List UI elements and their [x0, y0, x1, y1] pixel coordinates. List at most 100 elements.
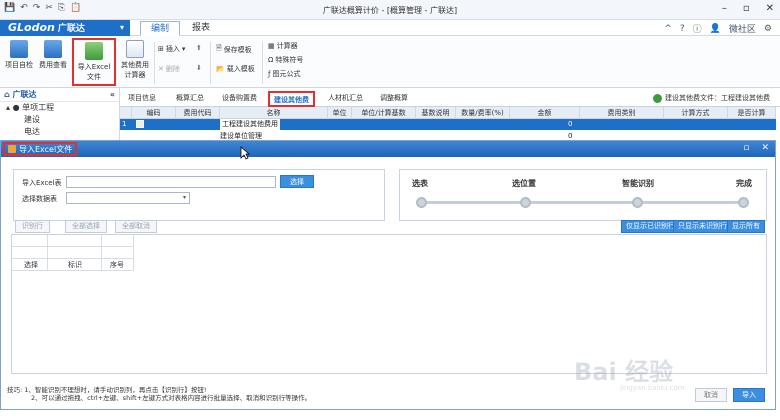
settings-icon[interactable]: ⚙ [764, 24, 772, 34]
save-template-button[interactable]: 🗎 保存模板 [216, 44, 252, 55]
fee-view-label: 费用查看 [39, 61, 67, 69]
community-link[interactable]: 微社区 [729, 22, 756, 35]
dialog-controls: ▫ ✕ [743, 143, 769, 153]
chevron-down-icon: ▾ [119, 23, 124, 32]
close-icon[interactable]: ✕ [761, 143, 769, 153]
step-label-select-position: 选位置 [512, 179, 536, 188]
minimize-icon[interactable]: – [722, 3, 727, 14]
calculator-button[interactable]: ▦ 计算器 [268, 41, 298, 51]
tab-project-info[interactable]: 项目信息 [124, 91, 160, 107]
formula-button[interactable]: ƒ 图元公式 [268, 69, 300, 79]
grid-header-base: 单位/计算基数 [352, 107, 416, 119]
show-unrecognized-button[interactable]: 只显示未识别行 [673, 220, 732, 233]
self-check-label: 项目自检 [5, 61, 33, 69]
steps-track [420, 201, 746, 204]
import-excel-label: 导入Excel表 [22, 179, 62, 187]
table-header-blank [48, 235, 102, 247]
select-file-button[interactable]: 选择 [280, 175, 314, 188]
maximize-icon[interactable]: ▫ [743, 3, 750, 14]
arrow-down-icon: ⬇ [196, 64, 202, 72]
chevron-down-icon: ▾ [182, 194, 186, 201]
step-dot [520, 197, 531, 208]
tab-other-construction-fee[interactable]: 建设其他费 [268, 91, 315, 107]
row-amount: 0 [568, 132, 573, 140]
tab-equipment-fee[interactable]: 设备购置费 [218, 91, 261, 107]
file-status-icon [653, 93, 662, 103]
user-icon[interactable]: 👤 [710, 24, 721, 34]
tree-item-electric[interactable]: 电达 [0, 126, 119, 136]
fee-grid-header: 编码 费用代码 名称 单位 单位/计算基数 基数说明 数量/费率(%) 金额 费… [120, 107, 776, 119]
import-excel-button[interactable]: 导入Excel 文件 [72, 38, 116, 86]
dialog-title-bar[interactable]: 导入Excel文件 ▫ ✕ [1, 141, 775, 157]
tree-item-single-project[interactable]: ▴ ● 单项工程 [0, 102, 119, 114]
help-icon[interactable]: ? [680, 24, 685, 34]
arrow-up-icon: ⬆ [196, 44, 202, 52]
formula-icon: ƒ [268, 70, 271, 78]
tree-item-construction[interactable]: 建设 [0, 114, 119, 126]
insert-icon: ⊞ [158, 45, 164, 53]
recognize-rows-button[interactable]: 识别行 [15, 220, 50, 233]
table-row[interactable]: 建设单位管理 0 [120, 130, 776, 140]
menu-bar: GLodon 广联达 ▾ 编制 报表 ^ ? ⓘ 👤 微社区 ⚙ [0, 20, 780, 36]
show-all-rows-button[interactable]: 显示所有行 [727, 220, 765, 241]
maximize-icon[interactable]: ▫ [743, 143, 749, 153]
brand-sub: 广联达 [57, 24, 85, 34]
import-button[interactable]: 导入 [733, 388, 765, 402]
ribbon: 项目自检 费用查看 导入Excel 文件 其他费用 计算器 ⊞ 插入 ▾ ✕ 删除 ⬆… [0, 36, 780, 88]
move-down-button[interactable]: ⬇ [196, 64, 202, 72]
tip-line-2: 2、可以通过拖拽、ctrl+左键、shift+左键方式对表格内容进行批量选择、取… [31, 394, 312, 402]
menu-tab-report[interactable]: 报表 [182, 21, 220, 36]
excel-path-input[interactable] [66, 176, 276, 188]
select-all-button[interactable]: 全部选择 [65, 220, 107, 233]
row-name: 工程建设其他费用 [220, 119, 280, 130]
delete-button[interactable]: ✕ 删除 [158, 64, 180, 74]
other-fee-calculator-button[interactable]: 其他费用 计算器 [118, 40, 152, 80]
collapse-row-icon[interactable] [136, 120, 144, 128]
grid-header-name: 名称 [220, 107, 328, 119]
menu-tab-edit[interactable]: 编制 [140, 21, 181, 36]
table-header-select: 选择 [12, 259, 48, 271]
insert-button[interactable]: ⊞ 插入 ▾ [158, 44, 185, 54]
collapse-ribbon-icon[interactable]: ^ [664, 24, 672, 34]
content-tabs: 项目信息 概算汇总 设备购置费 建设其他费 人材机汇总 调整概算 建设其他费文件… [120, 88, 780, 107]
close-icon[interactable]: ✕ [766, 3, 774, 14]
fee-view-button[interactable]: 费用查看 [38, 40, 68, 70]
step-label-select-sheet: 选表 [412, 179, 428, 188]
step-label-smart-recognize: 智能识别 [622, 179, 654, 188]
watermark-text: Bai 经验 [574, 358, 674, 386]
show-recognized-button[interactable]: 仅显示已识别行 [621, 220, 680, 233]
excel-file-icon [8, 145, 16, 153]
grid-header-unit: 单位 [328, 107, 352, 119]
save-template-icon: 🗎 [216, 44, 222, 52]
collapse-panel-icon[interactable]: « [110, 88, 115, 102]
special-symbol-button[interactable]: Ω 特殊符号 [268, 55, 303, 65]
grid-header-rownum [120, 107, 132, 119]
table-header-blank [48, 247, 102, 259]
omega-icon: Ω [268, 56, 274, 64]
grid-header-calc-method: 计算方式 [664, 107, 728, 119]
step-label-finish: 完成 [736, 179, 752, 188]
tab-labor-material-summary[interactable]: 人材机汇总 [324, 91, 367, 107]
move-up-button[interactable]: ⬆ [196, 44, 202, 52]
ribbon-separator [210, 42, 211, 84]
watermark-logo: Bai 经验 jingyan.baidu.com [574, 348, 724, 398]
brand-name: GLodon [8, 21, 55, 34]
self-check-button[interactable]: 项目自检 [4, 40, 34, 70]
tab-adjust-budget[interactable]: 调整概算 [376, 91, 412, 107]
tab-budget-summary[interactable]: 概算汇总 [172, 91, 208, 107]
recognize-toolbar: 识别行 全部选择 全部取消 仅显示已识别行 只显示未识别行 显示所有行 [11, 220, 765, 241]
brand-logo[interactable]: GLodon 广联达 ▾ [0, 20, 130, 36]
tree-root-icon: ⌂ [4, 90, 10, 99]
load-template-button[interactable]: 📂 载入模板 [216, 64, 255, 74]
sheet-select[interactable]: ▾ [66, 192, 190, 204]
calculator-icon: ▦ [268, 42, 275, 50]
grid-header-qty-rate: 数量/费率(%) [456, 107, 510, 119]
deselect-all-button[interactable]: 全部取消 [115, 220, 157, 233]
table-row[interactable]: 1 工程建设其他费用 0 [120, 119, 776, 130]
window-title: 广联达概算计价 - [概算管理 - 广联达] [322, 6, 458, 15]
dialog-title: 导入Excel文件 [3, 142, 78, 156]
import-steps-panel: 选表 选位置 智能识别 完成 [399, 169, 767, 221]
info-icon[interactable]: ⓘ [693, 22, 702, 35]
watermark-sub: jingyan.baidu.com [620, 384, 685, 392]
row-name: 建设单位管理 [220, 132, 262, 140]
